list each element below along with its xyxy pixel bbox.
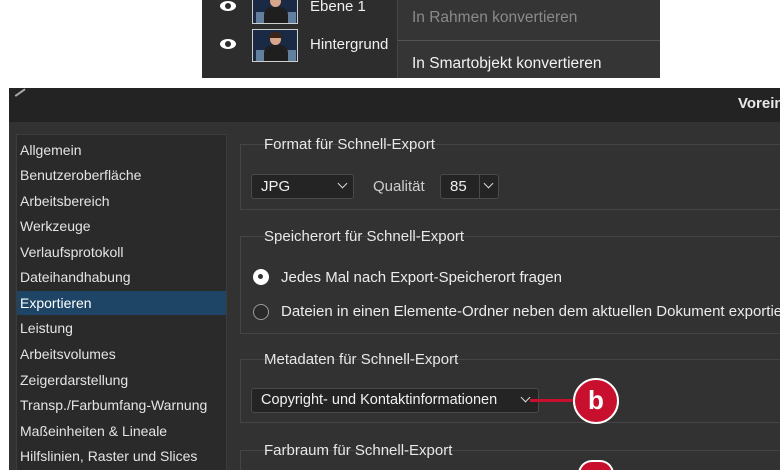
sidebar-item-hilfslinien[interactable]: Hilfslinien, Raster und Slices — [17, 444, 226, 468]
visibility-eye-icon[interactable] — [220, 1, 236, 11]
layer-thumbnail — [252, 29, 298, 62]
preferences-sidebar: Allgemein Benutzeroberfläche Arbeitsbere… — [16, 134, 227, 470]
layer-name: Ebene 1 — [310, 0, 366, 15]
metadata-value: Copyright- und Kontaktinformationen — [261, 392, 498, 408]
format-dropdown[interactable]: JPG — [251, 174, 354, 199]
preferences-dialog: Voreinstellungen Allgemein Benutzeroberf… — [9, 88, 780, 470]
metadata-dropdown[interactable]: Copyright- und Kontaktinformationen — [251, 388, 539, 413]
feather-icon — [12, 88, 26, 97]
sidebar-item-arbeitsvolumes[interactable]: Arbeitsvolumes — [17, 342, 226, 366]
sidebar-item-zeigerdarstellung[interactable]: Zeigerdarstellung — [17, 368, 226, 392]
format-value: JPG — [261, 178, 291, 195]
sidebar-item-masseinheiten[interactable]: Maßeinheiten & Lineale — [17, 419, 226, 443]
layers-panel: Ebene 1 Hintergrund In Rahmen konvertier… — [202, 0, 660, 78]
colorspace-section-title: Farbraum für Schnell-Export — [264, 442, 453, 459]
callout-pointer-line — [530, 399, 576, 402]
dialog-title: Voreinstellungen — [738, 95, 780, 112]
sidebar-item-allgemein[interactable]: Allgemein — [17, 138, 226, 162]
layer-row-ebene-1[interactable]: Ebene 1 — [202, 0, 397, 26]
sidebar-item-exportieren[interactable]: Exportieren — [17, 291, 226, 315]
format-section-title: Format für Schnell-Export — [264, 136, 435, 153]
menu-separator — [398, 40, 660, 41]
callout-badge: b — [573, 378, 619, 424]
sidebar-item-arbeitsbereich[interactable]: Arbeitsbereich — [17, 189, 226, 213]
sidebar-item-transparenz-farbumfang[interactable]: Transp./Farbumfang-Warnung — [17, 393, 226, 417]
radio-ask-location-label: Jedes Mal nach Export-Speicherort fragen — [281, 269, 562, 286]
layer-row-hintergrund[interactable]: Hintergrund — [202, 26, 397, 64]
quality-stepper[interactable] — [480, 174, 499, 199]
sidebar-item-benutzeroberflaeche[interactable]: Benutzeroberfläche — [17, 163, 226, 187]
menu-item-convert-to-smart-object[interactable]: In Smartobjekt konvertieren — [412, 55, 602, 73]
layer-thumbnail — [252, 0, 298, 24]
menu-item-convert-to-frame: In Rahmen konvertieren — [412, 9, 578, 26]
dialog-titlebar: Voreinstellungen — [9, 88, 780, 122]
radio-export-folder[interactable] — [253, 304, 269, 320]
quality-input[interactable]: 85 — [440, 174, 480, 199]
sidebar-item-dateihandhabung[interactable]: Dateihandhabung — [17, 265, 226, 289]
chevron-down-icon — [483, 178, 494, 189]
sidebar-item-leistung[interactable]: Leistung — [17, 316, 226, 340]
metadata-section-title: Metadaten für Schnell-Export — [264, 351, 459, 368]
location-section-title: Speicherort für Schnell-Export — [264, 228, 465, 245]
layer-name: Hintergrund — [310, 36, 389, 53]
radio-export-folder-label: Dateien in einen Elemente-Ordner neben d… — [281, 303, 780, 320]
sidebar-item-verlaufsprotokoll[interactable]: Verlaufsprotokoll — [17, 240, 226, 264]
radio-ask-location[interactable] — [253, 269, 269, 285]
quality-label: Qualität — [373, 178, 425, 195]
chevron-down-icon — [520, 392, 531, 403]
sidebar-item-werkzeuge[interactable]: Werkzeuge — [17, 214, 226, 238]
visibility-eye-icon[interactable] — [220, 39, 236, 49]
chevron-down-icon — [337, 178, 348, 189]
layer-context-menu: In Rahmen konvertieren In Smartobjekt ko… — [397, 0, 660, 78]
